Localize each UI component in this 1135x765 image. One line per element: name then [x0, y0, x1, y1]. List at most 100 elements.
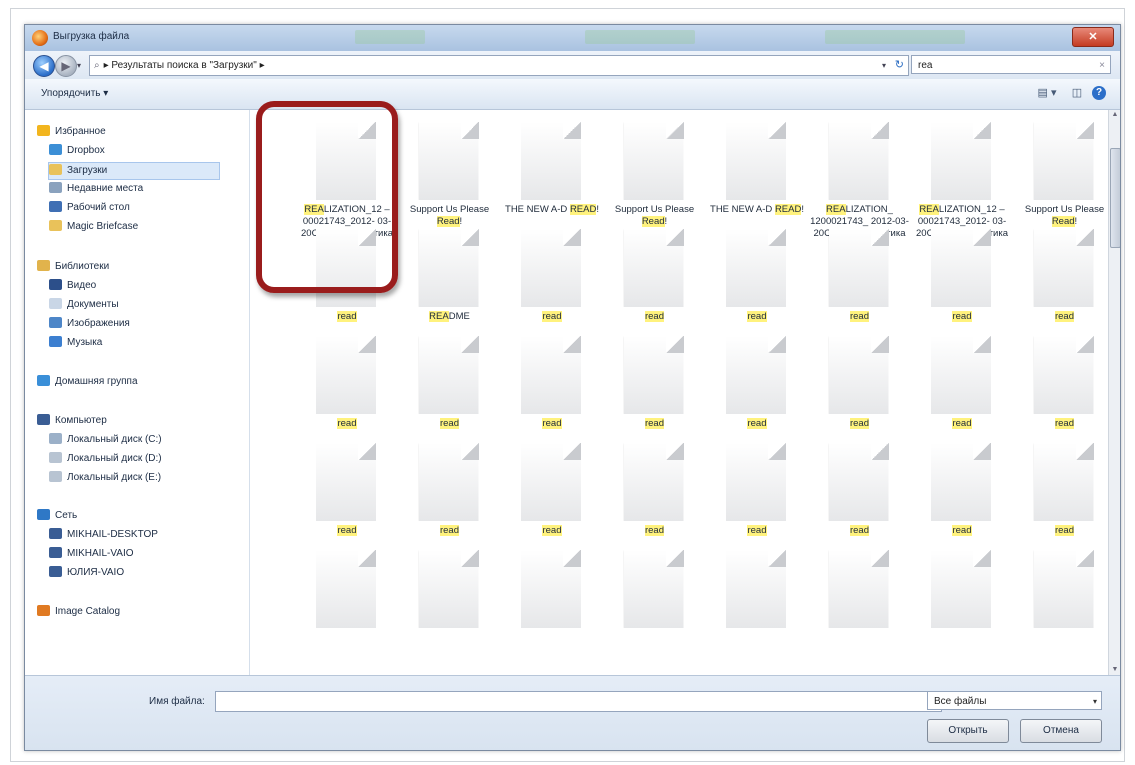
search-match-highlight: read [542, 525, 562, 536]
sidebar-item[interactable]: Локальный диск (D:) [49, 451, 162, 467]
sidebar-item[interactable]: Загрузки [48, 162, 220, 180]
file-type-select[interactable]: Все файлы ▾ [927, 691, 1102, 710]
sidebar-item[interactable]: MIKHAIL-VAIO [49, 546, 134, 562]
file-item[interactable]: read [502, 443, 602, 551]
sidebar-item[interactable]: Видео [49, 278, 96, 294]
sidebar-item[interactable]: Локальный диск (E:) [49, 470, 161, 486]
sidebar-item[interactable]: Недавние места [49, 181, 143, 197]
pictures-icon [49, 317, 62, 328]
file-item[interactable]: read [1015, 443, 1109, 551]
file-item[interactable]: read [810, 443, 910, 551]
address-path[interactable]: Результаты поиска в "Загрузки" [111, 60, 256, 71]
file-item[interactable]: THE NEW A-D READ! [707, 122, 807, 230]
file-name: read [502, 418, 602, 430]
file-item[interactable]: REALIZATION_12 –00021743_2012- 03-20CB- … [912, 122, 1012, 239]
file-name: read [605, 525, 705, 537]
file-item[interactable]: read [297, 336, 397, 444]
address-bar[interactable]: ⌕ ▸ Результаты поиска в "Загрузки" ▸ ▾ ↻ [89, 55, 909, 76]
file-item[interactable]: read [810, 229, 910, 337]
file-item[interactable] [707, 550, 807, 658]
file-item[interactable]: read [400, 336, 500, 444]
filename-input[interactable]: ▾ [215, 691, 942, 712]
open-button[interactable]: Открыть [927, 719, 1009, 743]
search-match-highlight: read [644, 418, 664, 429]
sidebar-item[interactable]: Документы [49, 297, 119, 313]
file-item[interactable]: read [707, 336, 807, 444]
file-item[interactable]: read [810, 336, 910, 444]
scroll-thumb[interactable] [1110, 148, 1120, 248]
search-match-highlight: read [952, 525, 972, 536]
file-item[interactable]: read [605, 336, 705, 444]
file-item[interactable]: read [707, 229, 807, 337]
file-item[interactable] [297, 550, 397, 658]
file-item[interactable] [912, 550, 1012, 658]
file-item[interactable]: read [912, 229, 1012, 337]
search-match-highlight: REA [919, 204, 939, 215]
cancel-button[interactable]: Отмена [1020, 719, 1102, 743]
sidebar-item-label: Избранное [55, 126, 106, 137]
address-dropdown-icon[interactable]: ▾ [882, 56, 886, 75]
forward-button[interactable]: ▶ [55, 55, 77, 77]
back-button[interactable]: ◀ [33, 55, 55, 77]
document-icon [316, 336, 376, 414]
file-item[interactable]: Support Us Please Read! [400, 122, 500, 230]
file-item[interactable] [1015, 550, 1109, 658]
help-icon[interactable]: ? [1092, 86, 1106, 100]
recent-pages-dropdown-icon[interactable]: ▾ [77, 61, 81, 70]
file-item[interactable]: read [707, 443, 807, 551]
file-name: Support Us Please Read! [400, 204, 500, 228]
organize-menu-button[interactable]: Упорядочить ▾ [41, 88, 108, 99]
sidebar-item[interactable]: Dropbox [49, 143, 105, 159]
sidebar-item[interactable]: Компьютер [37, 413, 107, 429]
search-match-highlight: read [849, 311, 869, 322]
file-item[interactable]: read [400, 443, 500, 551]
sidebar-item-label: Рабочий стол [67, 202, 130, 213]
file-item[interactable]: read [502, 336, 602, 444]
title-bar[interactable]: Выгрузка файла ✕ [25, 25, 1120, 51]
file-item[interactable]: read [912, 443, 1012, 551]
close-button[interactable]: ✕ [1072, 27, 1114, 47]
sidebar-item[interactable]: Magic Briefcase [49, 219, 138, 235]
sidebar-item[interactable]: Изображения [49, 316, 130, 332]
file-item[interactable]: read [1015, 229, 1109, 337]
recent-places-icon [49, 182, 62, 193]
file-item[interactable]: read [297, 443, 397, 551]
file-item[interactable]: read [605, 443, 705, 551]
scroll-up-icon[interactable]: ▲ [1109, 110, 1120, 120]
sidebar-item[interactable]: Домашняя группа [37, 374, 138, 390]
file-item[interactable] [502, 550, 602, 658]
file-item[interactable]: REALIZATION_ 1200021743_ 2012-03-20CB- И… [810, 122, 910, 239]
preview-pane-icon[interactable]: ◫ [1070, 87, 1084, 99]
sidebar-item[interactable]: Музыка [49, 335, 102, 351]
file-item[interactable]: read [605, 229, 705, 337]
file-item[interactable] [605, 550, 705, 658]
sidebar-item[interactable]: Сеть [37, 508, 77, 524]
file-item[interactable]: THE NEW A-D READ! [502, 122, 602, 230]
scroll-down-icon[interactable]: ▼ [1109, 665, 1120, 675]
file-item[interactable] [400, 550, 500, 658]
sidebar-item[interactable]: Библиотеки [37, 259, 109, 275]
refresh-icon[interactable]: ↻ [895, 56, 904, 75]
sidebar-item[interactable]: Локальный диск (C:) [49, 432, 162, 448]
sidebar-item[interactable]: Рабочий стол [49, 200, 130, 216]
search-input[interactable]: rea × [911, 55, 1111, 74]
vertical-scrollbar[interactable]: ▲ ▼ [1108, 110, 1120, 675]
change-view-icon[interactable]: ▤ ▾ [1034, 87, 1060, 99]
file-item[interactable]: Support Us Please Read! [1015, 122, 1109, 230]
document-icon [726, 550, 786, 628]
sidebar-item[interactable]: Избранное [37, 124, 106, 140]
file-name-text: Support Us Please [409, 204, 490, 215]
file-item[interactable]: README [400, 229, 500, 337]
document-icon [1033, 229, 1094, 307]
sidebar-item[interactable]: Image Catalog [37, 604, 120, 620]
file-item[interactable]: read [912, 336, 1012, 444]
sidebar-item[interactable]: ЮЛИЯ-VAIO [49, 565, 124, 581]
filename-label: Имя файла: [149, 696, 205, 707]
file-item[interactable]: read [502, 229, 602, 337]
clear-search-icon[interactable]: × [1099, 56, 1105, 75]
file-item[interactable]: Support Us Please Read! [605, 122, 705, 230]
sidebar-item[interactable]: MIKHAIL-DESKTOP [49, 527, 158, 543]
file-type-dropdown-icon[interactable]: ▾ [1093, 692, 1097, 711]
file-item[interactable] [810, 550, 910, 658]
file-item[interactable]: read [1015, 336, 1109, 444]
